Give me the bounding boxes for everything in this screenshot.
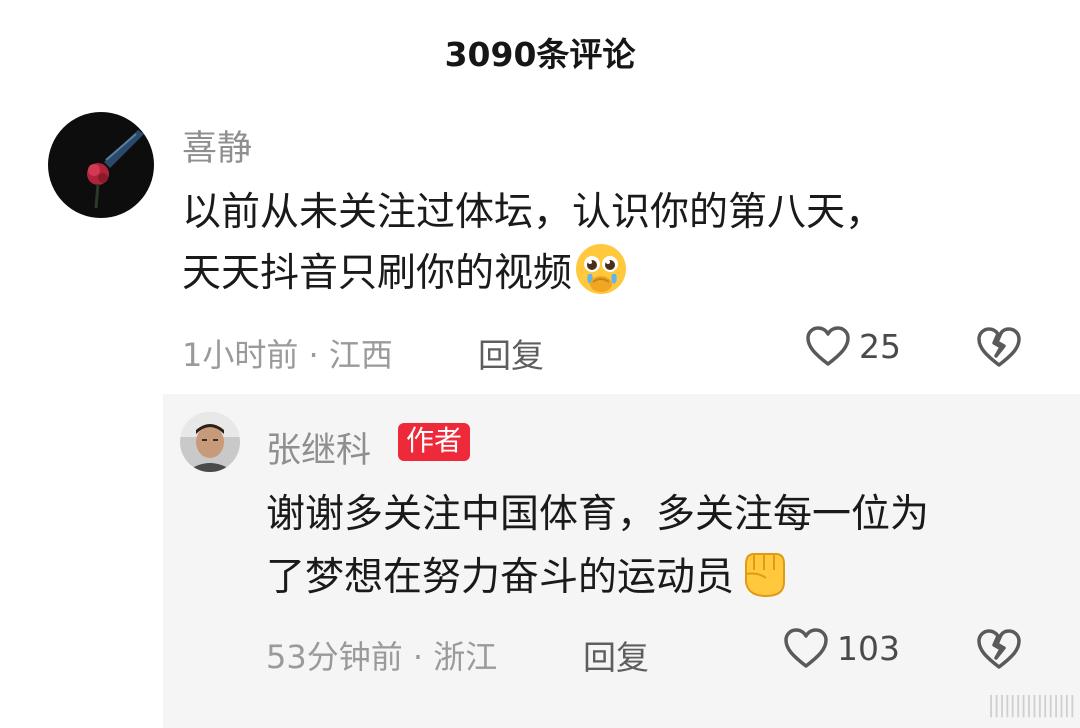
- raised-fist-emoji: [736, 544, 792, 617]
- comment-text-line: 天天抖音只刷你的视频: [182, 242, 884, 313]
- man-portrait-avatar[interactable]: [180, 412, 240, 472]
- reply-button[interactable]: 回复: [478, 329, 544, 377]
- comment-count-title: 3090条评论: [444, 35, 636, 74]
- broken-heart-icon: [977, 629, 1021, 669]
- comment-text-line-content: 天天抖音只刷你的视频: [182, 251, 573, 296]
- comment-text: 以前从未关注过体坛，认识你的第八天， 天天抖音只刷你的视频: [182, 184, 884, 313]
- like-count: 25: [859, 326, 901, 366]
- author-reply: 张继科 作者 谢谢多关注中国体育，多关注每一位为 了梦想在努力奋斗的运动员 53…: [163, 394, 1080, 728]
- dislike-button[interactable]: [975, 627, 1023, 675]
- comment-time-location: 1小时前 · 江西: [182, 336, 393, 374]
- pleading-face-emoji: [574, 242, 628, 313]
- comment-text-line: 以前从未关注过体坛，认识你的第八天，: [182, 190, 885, 235]
- reply-text-line: 了梦想在努力奋斗的运动员: [266, 544, 929, 617]
- dislike-button[interactable]: [975, 325, 1023, 373]
- reply-text: 谢谢多关注中国体育，多关注每一位为 了梦想在努力奋斗的运动员: [266, 486, 929, 617]
- reply-text-line: 谢谢多关注中国体育，多关注每一位为: [266, 492, 930, 537]
- broken-heart-icon: [977, 327, 1021, 367]
- like-button[interactable]: 25: [805, 325, 901, 367]
- heart-outline-icon: [806, 326, 850, 366]
- heart-outline-icon: [784, 628, 828, 668]
- reply-username[interactable]: 张继科: [266, 422, 371, 473]
- like-count: 103: [837, 628, 900, 668]
- like-button[interactable]: 103: [783, 627, 900, 669]
- watermark-mark: ||||||||||||||||: [987, 693, 1076, 718]
- author-badge: 作者: [398, 423, 471, 461]
- reply-text-line-content: 了梦想在努力奋斗的运动员: [266, 555, 735, 600]
- reply-button[interactable]: 回复: [583, 631, 649, 679]
- rose-avatar[interactable]: [48, 112, 154, 218]
- reply-time-location: 53分钟前 · 浙江: [266, 638, 498, 676]
- comment-username[interactable]: 喜静: [182, 120, 252, 171]
